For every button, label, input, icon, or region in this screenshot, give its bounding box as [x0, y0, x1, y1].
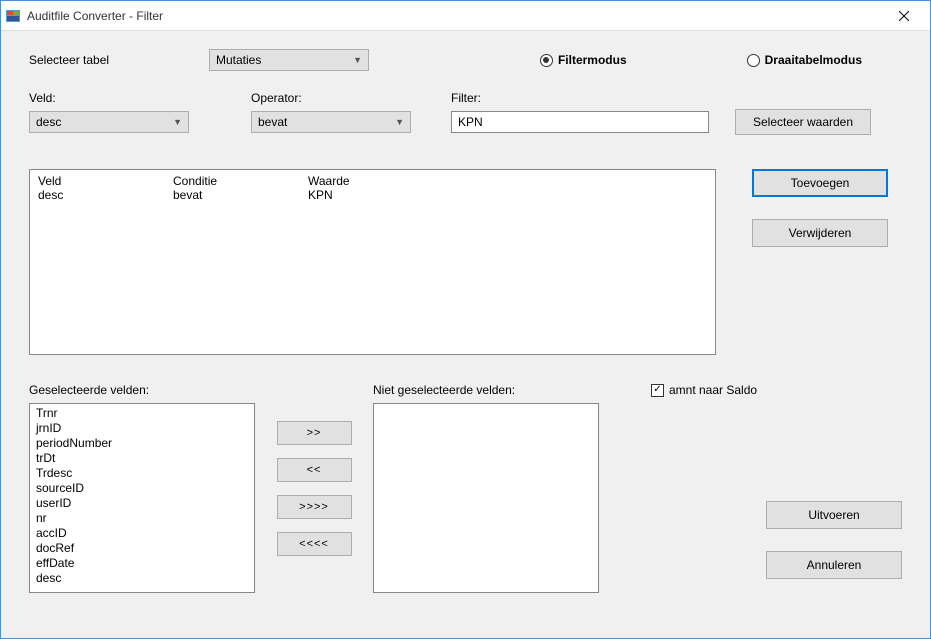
chevron-down-icon: ▼: [395, 117, 404, 127]
list-item[interactable]: jrnID: [30, 421, 254, 436]
list-item[interactable]: userID: [30, 496, 254, 511]
list-item[interactable]: sourceID: [30, 481, 254, 496]
filter-mode-radio[interactable]: Filtermodus: [540, 53, 627, 67]
amnt-saldo-checkbox[interactable]: ✓ amnt naar Saldo: [651, 383, 757, 397]
unselected-fields-label: Niet geselecteerde velden:: [373, 383, 651, 397]
list-item[interactable]: trDt: [30, 451, 254, 466]
list-item[interactable]: Trdesc: [30, 466, 254, 481]
list-item[interactable]: nr: [30, 511, 254, 526]
close-button[interactable]: [881, 2, 926, 30]
cond-header-waarde: Waarde: [308, 174, 707, 188]
add-button[interactable]: Toevoegen: [752, 169, 888, 197]
move-all-right-button[interactable]: >>>>: [277, 495, 352, 519]
cond-header-veld: Veld: [38, 174, 173, 188]
selected-fields-listbox[interactable]: TrnrjrnIDperiodNumbertrDtTrdescsourceIDu…: [29, 403, 255, 593]
amnt-saldo-label: amnt naar Saldo: [669, 383, 757, 397]
list-item[interactable]: desc: [30, 571, 254, 586]
field-select[interactable]: desc ▼: [29, 111, 189, 133]
filter-mode-label: Filtermodus: [558, 53, 627, 67]
selected-fields-label: Geselecteerde velden:: [29, 383, 373, 397]
table-select[interactable]: Mutaties ▼: [209, 49, 369, 71]
window: Auditfile Converter - Filter Selecteer t…: [0, 0, 931, 639]
list-item[interactable]: docRef: [30, 541, 254, 556]
chevron-down-icon: ▼: [173, 117, 182, 127]
radio-icon: [540, 54, 553, 67]
field-label: Veld:: [29, 91, 251, 105]
conditions-header: Veld Conditie Waarde: [38, 174, 707, 188]
chevron-down-icon: ▼: [353, 55, 362, 65]
cond-header-conditie: Conditie: [173, 174, 308, 188]
content-area: Selecteer tabel Mutaties ▼ Filtermodus D…: [1, 31, 930, 638]
radio-icon: [747, 54, 760, 67]
list-item[interactable]: accID: [30, 526, 254, 541]
cancel-button[interactable]: Annuleren: [766, 551, 902, 579]
field-select-value: desc: [36, 115, 61, 129]
conditions-row[interactable]: desc bevat KPN: [38, 188, 707, 202]
move-left-button[interactable]: <<: [277, 458, 352, 482]
pivot-mode-label: Draaitabelmodus: [765, 53, 862, 67]
operator-label: Operator:: [251, 91, 451, 105]
move-right-button[interactable]: >>: [277, 421, 352, 445]
operator-select-value: bevat: [258, 115, 287, 129]
close-icon: [899, 11, 909, 21]
remove-button[interactable]: Verwijderen: [752, 219, 888, 247]
titlebar: Auditfile Converter - Filter: [1, 1, 930, 31]
window-title: Auditfile Converter - Filter: [27, 9, 881, 23]
app-icon: [5, 8, 21, 24]
cond-conditie: bevat: [173, 188, 308, 202]
list-item[interactable]: Trnr: [30, 406, 254, 421]
select-table-label: Selecteer tabel: [29, 53, 209, 67]
operator-select[interactable]: bevat ▼: [251, 111, 411, 133]
checkbox-icon: ✓: [651, 384, 664, 397]
filter-input[interactable]: [451, 111, 709, 133]
conditions-list[interactable]: Veld Conditie Waarde desc bevat KPN: [29, 169, 716, 355]
select-values-button[interactable]: Selecteer waarden: [735, 109, 871, 135]
table-select-value: Mutaties: [216, 53, 261, 67]
unselected-fields-listbox[interactable]: [373, 403, 599, 593]
pivot-mode-radio[interactable]: Draaitabelmodus: [747, 53, 862, 67]
list-item[interactable]: periodNumber: [30, 436, 254, 451]
cond-waarde: KPN: [308, 188, 707, 202]
execute-button[interactable]: Uitvoeren: [766, 501, 902, 529]
move-all-left-button[interactable]: <<<<: [277, 532, 352, 556]
list-item[interactable]: effDate: [30, 556, 254, 571]
filter-value-label: Filter:: [451, 91, 481, 105]
cond-veld: desc: [38, 188, 173, 202]
